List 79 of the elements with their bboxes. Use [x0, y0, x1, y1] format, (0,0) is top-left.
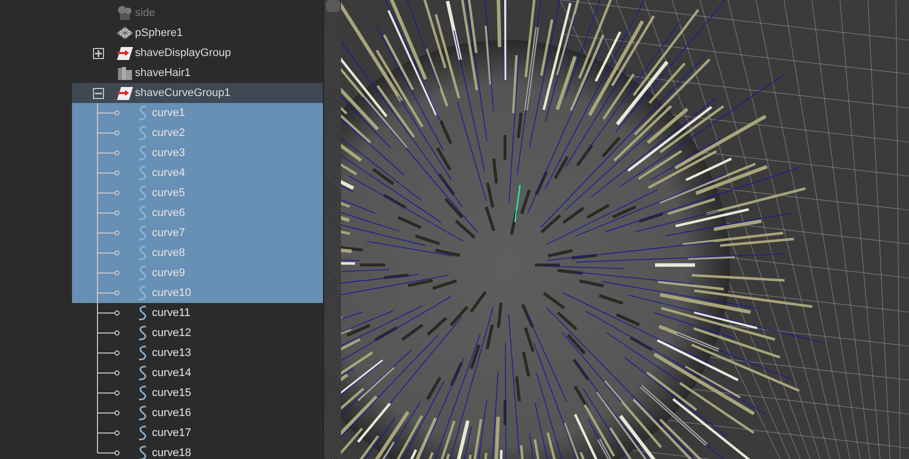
item-label: curve10 — [152, 286, 192, 301]
tree-connector — [97, 143, 121, 163]
outliner-item[interactable]: shaveCurveGroup1 — [72, 83, 323, 103]
tree-connector — [97, 183, 121, 203]
shave-group-icon — [116, 45, 134, 61]
item-label: curve18 — [152, 446, 192, 459]
curve-icon — [138, 125, 148, 141]
outliner-item[interactable]: curve11 — [72, 303, 323, 323]
curve-icon — [138, 245, 148, 261]
tree-connector — [97, 203, 121, 223]
item-label: side — [135, 6, 156, 21]
curve-icon — [138, 325, 148, 341]
outliner-item[interactable]: curve18 — [72, 443, 323, 459]
curve-icon — [138, 445, 148, 459]
outliner-item[interactable]: curve14 — [72, 363, 323, 383]
item-label: curve7 — [152, 226, 186, 241]
tree-connector — [97, 163, 121, 183]
curve-icon — [138, 305, 148, 321]
tree-connector — [97, 323, 121, 343]
curve-icon — [138, 365, 148, 381]
item-label: curve12 — [152, 326, 192, 341]
curve-icon — [138, 265, 148, 281]
curve-icon — [138, 385, 148, 401]
curve-icon — [138, 205, 148, 221]
curve-icon — [138, 285, 148, 301]
outliner-item[interactable]: curve13 — [72, 343, 323, 363]
outliner-item[interactable]: pSphere1 — [72, 23, 323, 43]
outliner-item[interactable]: shaveHair1 — [72, 63, 323, 83]
item-label: curve14 — [152, 366, 192, 381]
tree-connector — [97, 223, 121, 243]
outliner-item[interactable]: curve12 — [72, 323, 323, 343]
item-label: curve8 — [152, 246, 186, 261]
item-label: curve16 — [152, 406, 192, 421]
scrollbar-thumb[interactable] — [326, 0, 340, 12]
curve-icon — [138, 185, 148, 201]
item-label: pSphere1 — [135, 26, 183, 41]
tree-connector — [97, 263, 121, 283]
tree-connector — [97, 363, 121, 383]
item-label: curve5 — [152, 186, 186, 201]
item-label: curve11 — [152, 306, 190, 321]
item-label: shaveHair1 — [135, 66, 191, 81]
curve-icon — [138, 105, 148, 121]
camera-icon — [117, 5, 133, 21]
curve-icon — [138, 165, 148, 181]
curve-icon — [138, 405, 148, 421]
tree-connector — [97, 283, 121, 303]
expand-icon[interactable] — [92, 48, 104, 58]
item-label: shaveDisplayGroup — [135, 46, 231, 61]
curve-icon — [138, 225, 148, 241]
item-label: curve15 — [152, 386, 192, 401]
item-label: curve2 — [152, 126, 186, 141]
item-label: curve9 — [152, 266, 186, 281]
sphere-mesh-icon — [116, 26, 134, 40]
outliner-item[interactable]: curve17 — [72, 423, 323, 443]
tree-connector — [97, 383, 121, 403]
outliner-item[interactable]: shaveDisplayGroup — [72, 43, 323, 63]
curve-icon — [138, 425, 148, 441]
tree-connector — [97, 423, 121, 443]
item-label: curve3 — [152, 146, 186, 161]
tree-connector — [97, 343, 121, 363]
hair-stack-icon — [117, 65, 133, 81]
tree-connector — [97, 103, 121, 123]
tree-connector — [97, 123, 121, 143]
collapse-icon[interactable] — [92, 88, 104, 98]
outliner-item[interactable]: curve16 — [72, 403, 323, 423]
item-label: curve13 — [152, 346, 192, 361]
item-label: curve4 — [152, 166, 186, 181]
item-label: curve6 — [152, 206, 186, 221]
item-label: curve17 — [152, 426, 192, 441]
item-label: curve1 — [152, 106, 186, 121]
tree-connector — [97, 403, 121, 423]
outliner-item[interactable]: curve15 — [72, 383, 323, 403]
tree-connector — [97, 243, 121, 263]
tree-connector — [97, 303, 121, 323]
shave-group-icon — [116, 85, 134, 101]
item-label: shaveCurveGroup1 — [135, 86, 230, 101]
curve-icon — [138, 345, 148, 361]
scrollbar-track[interactable] — [323, 0, 341, 459]
curve-icon — [138, 145, 148, 161]
